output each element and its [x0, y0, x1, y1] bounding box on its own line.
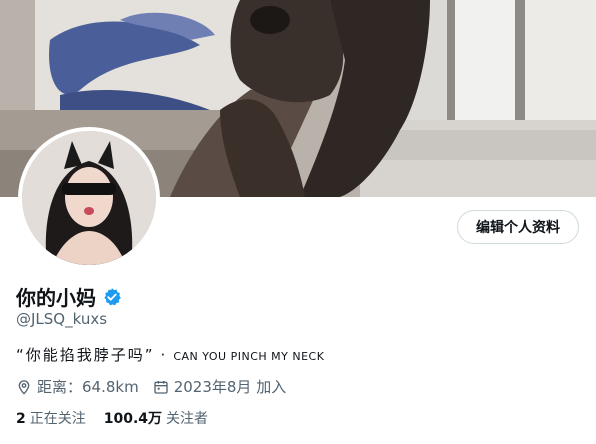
- bio-separator: ·: [160, 346, 166, 364]
- name-row: 你的小妈: [16, 282, 122, 311]
- calendar-icon: [154, 380, 168, 394]
- display-name: 你的小妈: [16, 286, 96, 310]
- location-item: 距离：64.8km: [16, 376, 139, 397]
- joined-item: 2023年8月 加入: [153, 376, 287, 397]
- bio-english: CAN YOU PINCH MY NECK: [173, 350, 325, 363]
- following-count: 2: [16, 411, 26, 427]
- edit-profile-button[interactable]: 编辑个人资料: [457, 210, 579, 244]
- followers-count: 100.4万: [103, 411, 163, 427]
- followers-link[interactable]: 100.4万 关注者: [104, 408, 208, 428]
- joined-text: 2023年8月 加入: [173, 378, 287, 396]
- follow-stats: 2 正在关注 100.4万 关注者: [16, 408, 226, 428]
- following-label: 正在关注: [29, 411, 86, 427]
- user-handle: @JLSQ_kuxs: [16, 310, 108, 328]
- avatar[interactable]: [18, 127, 160, 269]
- location-pin-icon: [18, 379, 30, 395]
- location-text: 距离：64.8km: [37, 378, 139, 396]
- followers-label: 关注者: [166, 411, 209, 427]
- bio-quote: “你能掐我脖子吗”: [16, 346, 155, 364]
- following-link[interactable]: 2 正在关注: [16, 408, 86, 428]
- avatar-photo: [22, 131, 156, 265]
- bio: “你能掐我脖子吗” · CAN YOU PINCH MY NECK: [16, 344, 324, 365]
- profile-meta: 距离：64.8km 2023年8月 加入: [16, 376, 300, 397]
- verified-badge-icon[interactable]: [102, 287, 122, 307]
